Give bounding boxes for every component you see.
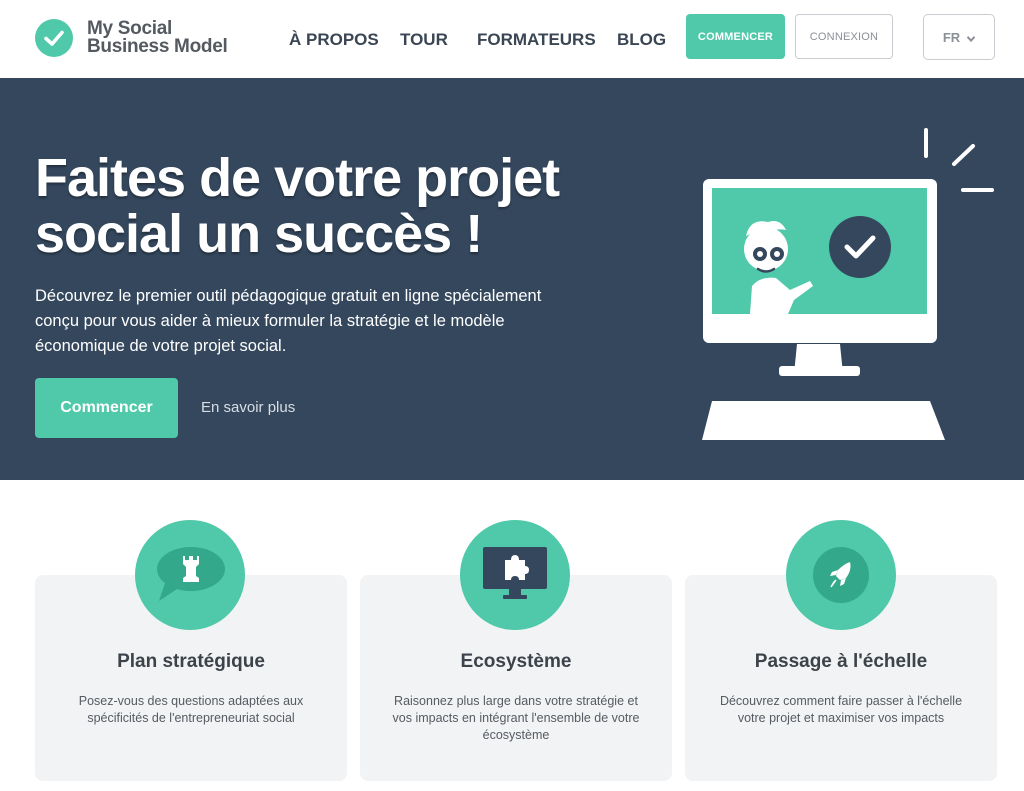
learn-more-link[interactable]: En savoir plus xyxy=(201,399,295,416)
hero-title: Faites de votre projet social un succès … xyxy=(35,148,560,264)
puzzle-monitor-icon xyxy=(460,520,570,630)
hero-section: Faites de votre projet social un succès … xyxy=(0,78,1024,480)
language-select[interactable]: FR xyxy=(923,14,995,60)
language-value: FR xyxy=(942,29,961,45)
chevron-down-icon xyxy=(966,30,976,45)
hero-subtitle: Découvrez le premier outil pédagogique g… xyxy=(35,287,542,355)
nav-item-tour[interactable]: TOUR xyxy=(400,30,448,50)
feature-description: Posez-vous des questions adaptées aux sp… xyxy=(78,694,304,725)
feature-title: Ecosystème xyxy=(460,651,572,672)
feature-description: Raisonnez plus large dans votre stratégi… xyxy=(392,694,640,742)
feature-title: Plan stratégique xyxy=(117,651,265,672)
brand-name: My Social Business Model xyxy=(87,19,228,57)
start-button[interactable]: COMMENCER xyxy=(686,14,785,59)
checkmark-logo-icon xyxy=(35,19,73,57)
nav-item-formateurs[interactable]: FORMATEURS xyxy=(477,30,596,50)
rook-speech-icon xyxy=(135,520,245,630)
computer-illustration xyxy=(690,118,1010,453)
brand-logo[interactable]: My Social Business Model xyxy=(35,19,228,57)
login-button[interactable]: CONNEXION xyxy=(795,14,893,59)
feature-description: Découvrez comment faire passer à l'échel… xyxy=(719,694,963,725)
feature-title: Passage à l'échelle xyxy=(754,651,928,672)
brand-name-line2: Business Model xyxy=(87,36,228,57)
hero-start-button[interactable]: Commencer xyxy=(35,378,178,438)
nav-item-blog[interactable]: BLOG xyxy=(617,30,666,50)
top-navbar: My Social Business Model À PROPOS TOUR F… xyxy=(0,0,1024,78)
nav-item-a-propos[interactable]: À PROPOS xyxy=(289,30,379,50)
rocket-icon xyxy=(786,520,896,630)
